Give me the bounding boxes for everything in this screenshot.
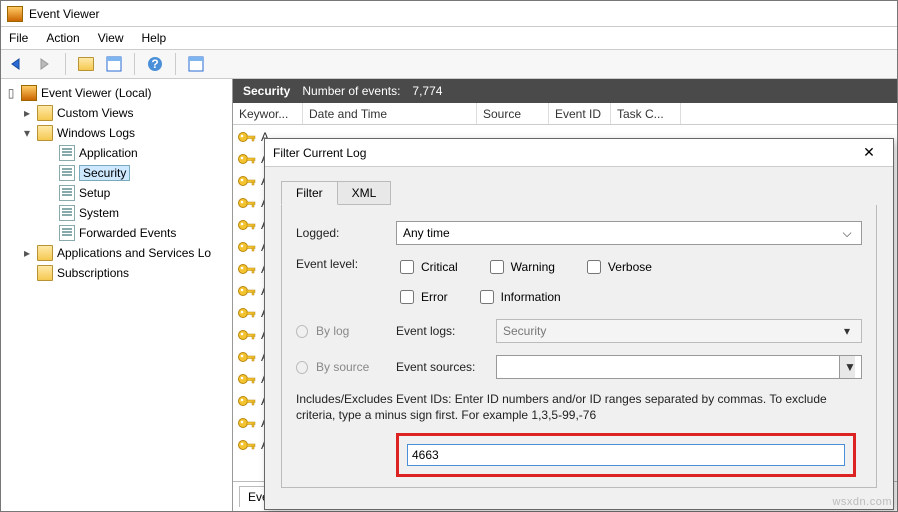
tab-xml[interactable]: XML: [337, 181, 392, 205]
label-logged: Logged:: [296, 226, 396, 240]
checkbox-critical[interactable]: Critical: [396, 257, 458, 277]
dialog-title: Filter Current Log: [273, 146, 366, 160]
col-taskc[interactable]: Task C...: [611, 103, 681, 124]
refresh-button[interactable]: [184, 52, 208, 76]
logged-combo[interactable]: Any time ⌵: [396, 221, 862, 245]
tree-pane: ▯Event Viewer (Local) ▸Custom Views ▾Win…: [1, 79, 233, 511]
log-icon: [59, 165, 75, 181]
checkbox-information[interactable]: Information: [476, 287, 561, 307]
col-date[interactable]: Date and Time: [303, 103, 477, 124]
key-icon: [237, 394, 257, 408]
key-icon: [237, 196, 257, 210]
key-icon: [237, 372, 257, 386]
key-icon: [237, 218, 257, 232]
event-logs-value: Security: [503, 324, 546, 338]
checkbox-error[interactable]: Error: [396, 287, 448, 307]
log-icon: [59, 225, 75, 241]
properties-button[interactable]: [102, 52, 126, 76]
help-button[interactable]: ?: [143, 52, 167, 76]
event-id-input[interactable]: [407, 444, 845, 466]
close-icon[interactable]: ✕: [853, 142, 885, 164]
forward-button[interactable]: [33, 52, 57, 76]
tab-filter-panel: Logged: Any time ⌵ Event level: Critical…: [281, 205, 877, 488]
event-id-hint: Includes/Excludes Event IDs: Enter ID nu…: [296, 391, 862, 423]
column-headers: Keywor... Date and Time Source Event ID …: [233, 103, 897, 125]
dialog-titlebar[interactable]: Filter Current Log ✕: [265, 139, 893, 167]
col-source[interactable]: Source: [477, 103, 549, 124]
key-icon: [237, 306, 257, 320]
tree-log-forwarded[interactable]: Forwarded Events: [3, 223, 230, 243]
logged-value: Any time: [403, 226, 450, 240]
log-icon: [59, 145, 75, 161]
app-icon: [7, 6, 23, 22]
folder-icon: [37, 245, 53, 261]
checkbox-warning[interactable]: Warning: [486, 257, 555, 277]
event-viewer-icon: [21, 85, 37, 101]
filter-dialog: Filter Current Log ✕ Filter XML Logged: …: [264, 138, 894, 510]
key-icon: [237, 174, 257, 188]
folder-icon: [37, 125, 53, 141]
header-count-label: Number of events:: [302, 84, 400, 98]
label-event-logs: Event logs:: [396, 324, 496, 338]
up-folder-button[interactable]: [74, 52, 98, 76]
key-icon: [237, 328, 257, 342]
key-icon: [237, 438, 257, 452]
radio-by-source: [296, 361, 308, 374]
chevron-down-icon: ▾: [839, 324, 855, 338]
label-event-level: Event level:: [296, 257, 396, 271]
toolbar: ?: [1, 49, 897, 79]
menu-bar: File Action View Help: [1, 27, 897, 49]
window-title: Event Viewer: [29, 7, 99, 21]
tree-subscriptions[interactable]: Subscriptions: [3, 263, 230, 283]
col-eventid[interactable]: Event ID: [549, 103, 611, 124]
header-title: Security: [243, 84, 290, 98]
dialog-tabs: Filter XML: [281, 179, 877, 205]
menu-help[interactable]: Help: [142, 31, 167, 45]
header-bar: Security Number of events: 7,774: [233, 79, 897, 103]
folder-icon: [37, 105, 53, 121]
tab-filter[interactable]: Filter: [281, 181, 338, 205]
event-id-highlight: [396, 433, 856, 477]
key-icon: [237, 130, 257, 144]
watermark: wsxdn.com: [832, 496, 892, 508]
tree-log-system[interactable]: System: [3, 203, 230, 223]
log-icon: [59, 185, 75, 201]
menu-action[interactable]: Action: [46, 31, 79, 45]
col-keywords[interactable]: Keywor...: [233, 103, 303, 124]
menu-view[interactable]: View: [98, 31, 124, 45]
title-bar: Event Viewer: [1, 1, 897, 27]
tree-windows-logs[interactable]: ▾Windows Logs: [3, 123, 230, 143]
tree-log-security[interactable]: Security: [3, 163, 230, 183]
key-icon: [237, 262, 257, 276]
key-icon: [237, 152, 257, 166]
key-icon: [237, 240, 257, 254]
tree-log-application[interactable]: Application: [3, 143, 230, 163]
chevron-down-icon: ⌵: [839, 226, 855, 241]
label-event-sources: Event sources:: [396, 360, 496, 374]
label-by-log: By log: [316, 324, 396, 338]
key-icon: [237, 284, 257, 298]
back-button[interactable]: [5, 52, 29, 76]
tree-custom-views[interactable]: ▸Custom Views: [3, 103, 230, 123]
label-by-source: By source: [316, 360, 396, 374]
tree-apps-services[interactable]: ▸Applications and Services Lo: [3, 243, 230, 263]
key-icon: [237, 416, 257, 430]
radio-by-log: [296, 325, 308, 338]
log-icon: [59, 205, 75, 221]
chevron-down-icon: ▼: [839, 356, 855, 378]
folder-icon: [37, 265, 53, 281]
tree-log-setup[interactable]: Setup: [3, 183, 230, 203]
tree-root[interactable]: ▯Event Viewer (Local): [3, 83, 230, 103]
event-sources-combo[interactable]: ▼: [496, 355, 862, 379]
key-icon: [237, 350, 257, 364]
header-count-value: 7,774: [412, 84, 442, 98]
checkbox-verbose[interactable]: Verbose: [583, 257, 652, 277]
menu-file[interactable]: File: [9, 31, 28, 45]
svg-text:?: ?: [151, 57, 158, 71]
event-logs-combo: Security ▾: [496, 319, 862, 343]
